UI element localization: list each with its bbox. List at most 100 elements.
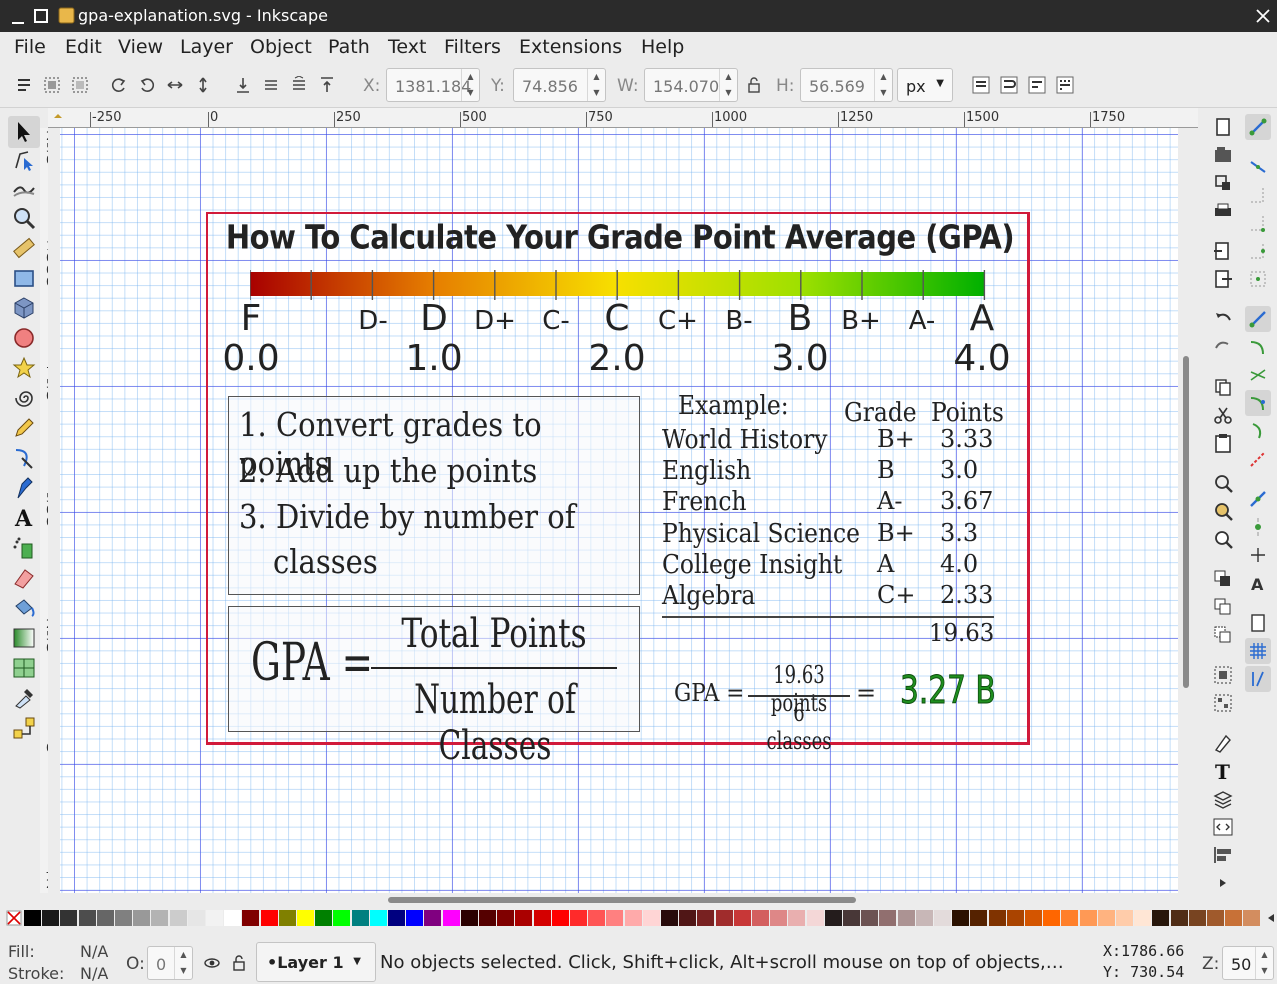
horizontal-scroll-thumb[interactable]: [388, 897, 856, 903]
no-paint-icon[interactable]: [6, 910, 22, 926]
snap-guide-icon[interactable]: [1247, 668, 1269, 690]
menu-edit[interactable]: Edit: [65, 36, 102, 58]
palette-swatch[interactable]: [460, 910, 478, 926]
scale-corners-icon[interactable]: [1000, 76, 1018, 94]
gradient-tool-icon[interactable]: [12, 626, 36, 650]
menu-object[interactable]: Object: [250, 36, 312, 58]
horizontal-ruler[interactable]: -250 0 250 500 750 1000 1250 1500 1750: [48, 108, 1198, 128]
palette-swatch[interactable]: [1025, 910, 1042, 926]
snap-bbox-center-icon[interactable]: [1247, 268, 1269, 290]
select-all-icon[interactable]: [16, 76, 34, 94]
raise-to-top-icon[interactable]: [318, 76, 336, 94]
text-font-icon[interactable]: T: [1212, 760, 1234, 782]
palette-swatch[interactable]: [624, 910, 642, 926]
palette-swatch[interactable]: [588, 910, 606, 926]
snap-smooth-icon[interactable]: [1247, 420, 1269, 442]
palette-swatch[interactable]: [1152, 910, 1170, 926]
ungroup-icon[interactable]: [1212, 692, 1234, 714]
palette-swatch[interactable]: [570, 910, 587, 926]
scale-stroke-icon[interactable]: [972, 76, 990, 94]
zoom-drawing-icon[interactable]: [1212, 500, 1234, 522]
group-icon[interactable]: [1212, 664, 1234, 686]
palette-swatch[interactable]: [351, 910, 369, 926]
color-palette[interactable]: [0, 908, 1277, 934]
unlink-clone-icon[interactable]: [1212, 624, 1234, 646]
open-icon[interactable]: [1212, 144, 1234, 166]
palette-swatch[interactable]: [715, 910, 733, 926]
clone-icon[interactable]: [1212, 596, 1234, 618]
palette-swatch[interactable]: [606, 910, 624, 926]
palette-swatch[interactable]: [1170, 910, 1188, 926]
palette-swatch[interactable]: [78, 910, 96, 926]
stroke-value[interactable]: N/A: [80, 964, 108, 983]
zoom-stepper[interactable]: ▲ ▼: [1255, 947, 1273, 979]
move-patterns-icon[interactable]: [1056, 76, 1074, 94]
palette-swatch[interactable]: [1243, 910, 1261, 926]
snap-page-border-icon[interactable]: [1247, 612, 1269, 634]
w-input[interactable]: 154.070 ▲ ▼: [644, 68, 738, 102]
new-document-icon[interactable]: [1212, 116, 1234, 138]
dropper-tool-icon[interactable]: [12, 686, 36, 710]
xml-editor-icon[interactable]: [1212, 816, 1234, 838]
spiral-tool-icon[interactable]: [12, 386, 36, 410]
snap-nodes-icon[interactable]: [1247, 308, 1269, 330]
y-stepper[interactable]: ▲ ▼: [587, 69, 605, 101]
unit-select[interactable]: px ▼: [897, 68, 953, 102]
x-input[interactable]: 1381.184 ▲ ▼: [386, 68, 480, 102]
palette-swatch[interactable]: [988, 910, 1006, 926]
move-gradients-icon[interactable]: [1028, 76, 1046, 94]
palette-swatch[interactable]: [369, 910, 387, 926]
tweak-tool-icon[interactable]: [12, 176, 36, 200]
palette-swatch[interactable]: [879, 910, 897, 926]
snap-rotation-center-icon[interactable]: [1247, 544, 1269, 566]
print-icon[interactable]: [1212, 200, 1234, 222]
lock-icon[interactable]: [745, 76, 763, 94]
maximize-icon[interactable]: [33, 8, 49, 24]
palette-swatch[interactable]: [861, 910, 879, 926]
minimize-icon[interactable]: [10, 9, 26, 25]
h-stepper[interactable]: ▲ ▼: [874, 69, 892, 101]
spray-tool-icon[interactable]: [12, 536, 36, 560]
palette-swatch[interactable]: [934, 910, 951, 926]
palette-swatch[interactable]: [1097, 910, 1115, 926]
node-tool-icon[interactable]: [12, 148, 36, 172]
layer-visibility-icon[interactable]: [203, 954, 221, 972]
palette-swatch[interactable]: [115, 910, 132, 926]
zoom-tool-icon[interactable]: [12, 206, 36, 230]
undo-icon[interactable]: [1212, 308, 1234, 330]
fill-value[interactable]: N/A: [80, 942, 108, 961]
menu-path[interactable]: Path: [328, 36, 370, 58]
flip-horizontal-icon[interactable]: [166, 76, 184, 94]
opacity-input[interactable]: 0 ▲ ▼: [147, 946, 193, 980]
menu-view[interactable]: View: [118, 36, 163, 58]
paint-bucket-tool-icon[interactable]: [12, 596, 36, 620]
snap-paths-icon[interactable]: [1247, 336, 1269, 358]
palette-swatch[interactable]: [333, 910, 351, 926]
palette-swatch[interactable]: [133, 910, 151, 926]
palette-swatch[interactable]: [1134, 910, 1152, 926]
duplicate-icon[interactable]: [1212, 568, 1234, 590]
x-stepper[interactable]: ▲ ▼: [461, 69, 479, 101]
palette-swatch[interactable]: [515, 910, 533, 926]
menu-help[interactable]: Help: [641, 36, 684, 58]
menu-layer[interactable]: Layer: [180, 36, 233, 58]
menu-extensions[interactable]: Extensions: [519, 36, 622, 58]
y-input[interactable]: 74.856 ▲ ▼: [513, 68, 606, 102]
select-all-layers-icon[interactable]: [43, 76, 61, 94]
eraser-tool-icon[interactable]: [12, 566, 36, 590]
palette-swatch[interactable]: [697, 910, 715, 926]
deselect-icon[interactable]: [71, 76, 89, 94]
redo-icon[interactable]: [1212, 336, 1234, 358]
snap-bbox-edge-icon[interactable]: [1247, 184, 1269, 206]
snap-bbox-mid-icon[interactable]: [1247, 240, 1269, 262]
snap-object-center-icon[interactable]: [1247, 516, 1269, 538]
palette-swatch[interactable]: [169, 910, 187, 926]
palette-swatch[interactable]: [770, 910, 788, 926]
palette-swatch[interactable]: [24, 910, 41, 926]
palette-swatch[interactable]: [406, 910, 424, 926]
palette-swatch[interactable]: [551, 910, 569, 926]
palette-swatch[interactable]: [679, 910, 697, 926]
palette-swatch[interactable]: [206, 910, 223, 926]
zoom-selection-icon[interactable]: [1212, 472, 1234, 494]
calligraphy-tool-icon[interactable]: [12, 476, 36, 500]
